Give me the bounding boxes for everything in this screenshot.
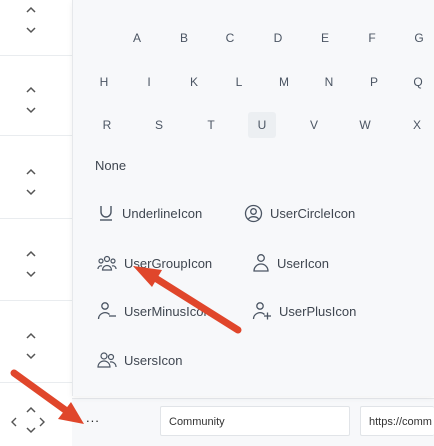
letter-filter-f[interactable]: F — [358, 25, 386, 51]
chevron-up-icon — [26, 86, 36, 93]
chevron-up-icon — [26, 406, 36, 413]
option-user-plus-icon[interactable]: UserPlusIcon — [252, 300, 356, 322]
letter-filter-u[interactable]: U — [248, 112, 276, 138]
user-circle-icon — [244, 204, 263, 222]
chevron-down-icon — [26, 189, 36, 196]
row-divider — [0, 55, 72, 56]
chevron-down-icon — [26, 271, 36, 278]
nav-arrows[interactable] — [6, 416, 50, 431]
option-underline-icon[interactable]: UnderlineIcon — [97, 202, 202, 224]
option-user-icon[interactable]: UserIcon — [252, 252, 329, 274]
letter-filter-n[interactable]: N — [315, 69, 343, 95]
letter-filter-i[interactable]: I — [135, 69, 163, 95]
option-user-group-icon[interactable]: UserGroupIcon — [97, 252, 212, 274]
letter-filter-t[interactable]: T — [197, 112, 225, 138]
option-label: UserPlusIcon — [279, 303, 357, 319]
sort-stepper[interactable] — [24, 326, 38, 366]
users-icon — [97, 352, 117, 368]
letter-filter-k[interactable]: K — [180, 69, 208, 95]
chevron-right-icon — [39, 417, 45, 427]
option-label: UserCircleIcon — [270, 205, 356, 221]
sort-stepper[interactable] — [24, 0, 38, 40]
chevron-down-icon — [26, 27, 36, 34]
chevron-up-icon — [26, 250, 36, 257]
underline-icon — [100, 206, 112, 221]
user-plus-icon — [252, 302, 271, 320]
letter-filter-r[interactable]: R — [93, 112, 121, 138]
chevron-left-icon — [11, 417, 17, 427]
none-option[interactable]: None — [95, 158, 126, 173]
chevron-down-icon — [26, 107, 36, 114]
option-label: UserGroupIcon — [124, 255, 213, 271]
option-user-minus-icon[interactable]: UserMinusIcon — [97, 300, 211, 322]
letter-filter-w[interactable]: W — [351, 112, 379, 138]
row-divider — [0, 300, 72, 301]
letter-filter-p[interactable]: P — [360, 69, 388, 95]
user-minus-icon — [97, 302, 116, 320]
option-label: UserIcon — [277, 255, 330, 271]
letter-filter-c[interactable]: C — [216, 25, 244, 51]
chevron-down-icon — [26, 353, 36, 360]
option-users-icon[interactable]: UsersIcon — [97, 349, 183, 371]
row-divider — [0, 135, 72, 136]
sort-stepper[interactable] — [24, 80, 38, 120]
user-group-icon — [97, 255, 117, 271]
letter-filter-x[interactable]: X — [403, 112, 431, 138]
letter-filter-l[interactable]: L — [225, 69, 253, 95]
sort-stepper[interactable] — [24, 162, 38, 202]
letter-filter-e[interactable]: E — [311, 25, 339, 51]
letter-filter-g[interactable]: G — [405, 25, 433, 51]
option-label: UsersIcon — [124, 352, 183, 368]
row-actions-button[interactable]: ... — [86, 410, 100, 425]
letter-filter-q[interactable]: Q — [404, 69, 432, 95]
letter-filter-m[interactable]: M — [270, 69, 298, 95]
letter-filter-d[interactable]: D — [264, 25, 292, 51]
chevron-up-icon — [26, 6, 36, 13]
user-icon — [253, 254, 269, 272]
chevron-up-icon — [26, 332, 36, 339]
letter-filter-a[interactable]: A — [123, 25, 151, 51]
option-user-circle-icon[interactable]: UserCircleIcon — [244, 202, 355, 224]
chevron-up-icon — [26, 168, 36, 175]
letter-filter-s[interactable]: S — [145, 112, 173, 138]
sort-stepper[interactable] — [24, 244, 38, 284]
letter-filter-v[interactable]: V — [300, 112, 328, 138]
name-field[interactable]: Community — [160, 406, 350, 436]
row-divider — [0, 382, 72, 383]
letter-filter-b[interactable]: B — [170, 25, 198, 51]
option-label: UnderlineIcon — [122, 205, 203, 221]
url-field[interactable]: https://comm — [360, 406, 434, 436]
row-divider — [0, 218, 72, 219]
background-stepper-column — [0, 0, 72, 445]
option-label: UserMinusIcon — [124, 303, 211, 319]
letter-filter-h[interactable]: H — [90, 69, 118, 95]
icon-picker-dropdown — [72, 0, 434, 396]
